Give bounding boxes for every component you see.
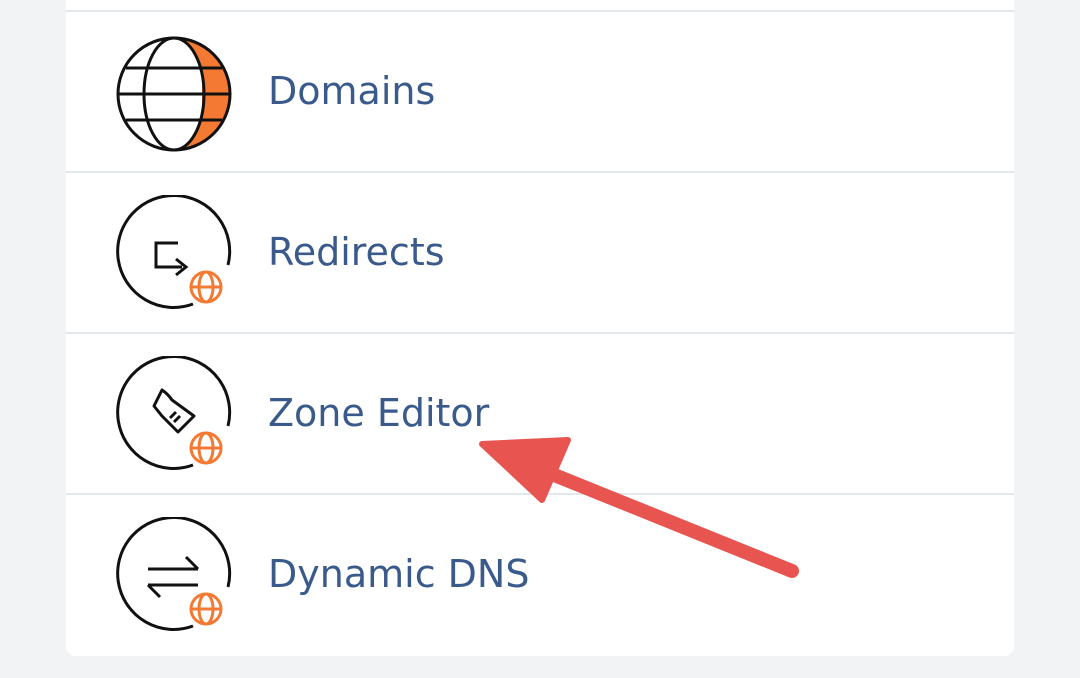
menu-item-dynamic-dns[interactable]: Dynamic DNS [66,493,1014,655]
menu-item-zone-editor[interactable]: Zone Editor [66,332,1014,494]
menu-item-label[interactable]: Redirects [268,229,445,275]
menu-item-label[interactable]: Dynamic DNS [268,551,529,597]
menu-item-label[interactable]: Zone Editor [268,390,489,436]
menu-item-domains[interactable]: Domains [66,10,1014,172]
menu-card: Domains Redirects Zone Editor Dynamic DN… [66,0,1014,656]
menu-item-redirects[interactable]: Redirects [66,171,1014,333]
dynamic-dns-icon [114,517,234,637]
redirect-icon [114,195,234,315]
globe-icon [114,34,234,154]
zone-editor-icon [114,356,234,476]
menu-item-label[interactable]: Domains [268,68,435,114]
